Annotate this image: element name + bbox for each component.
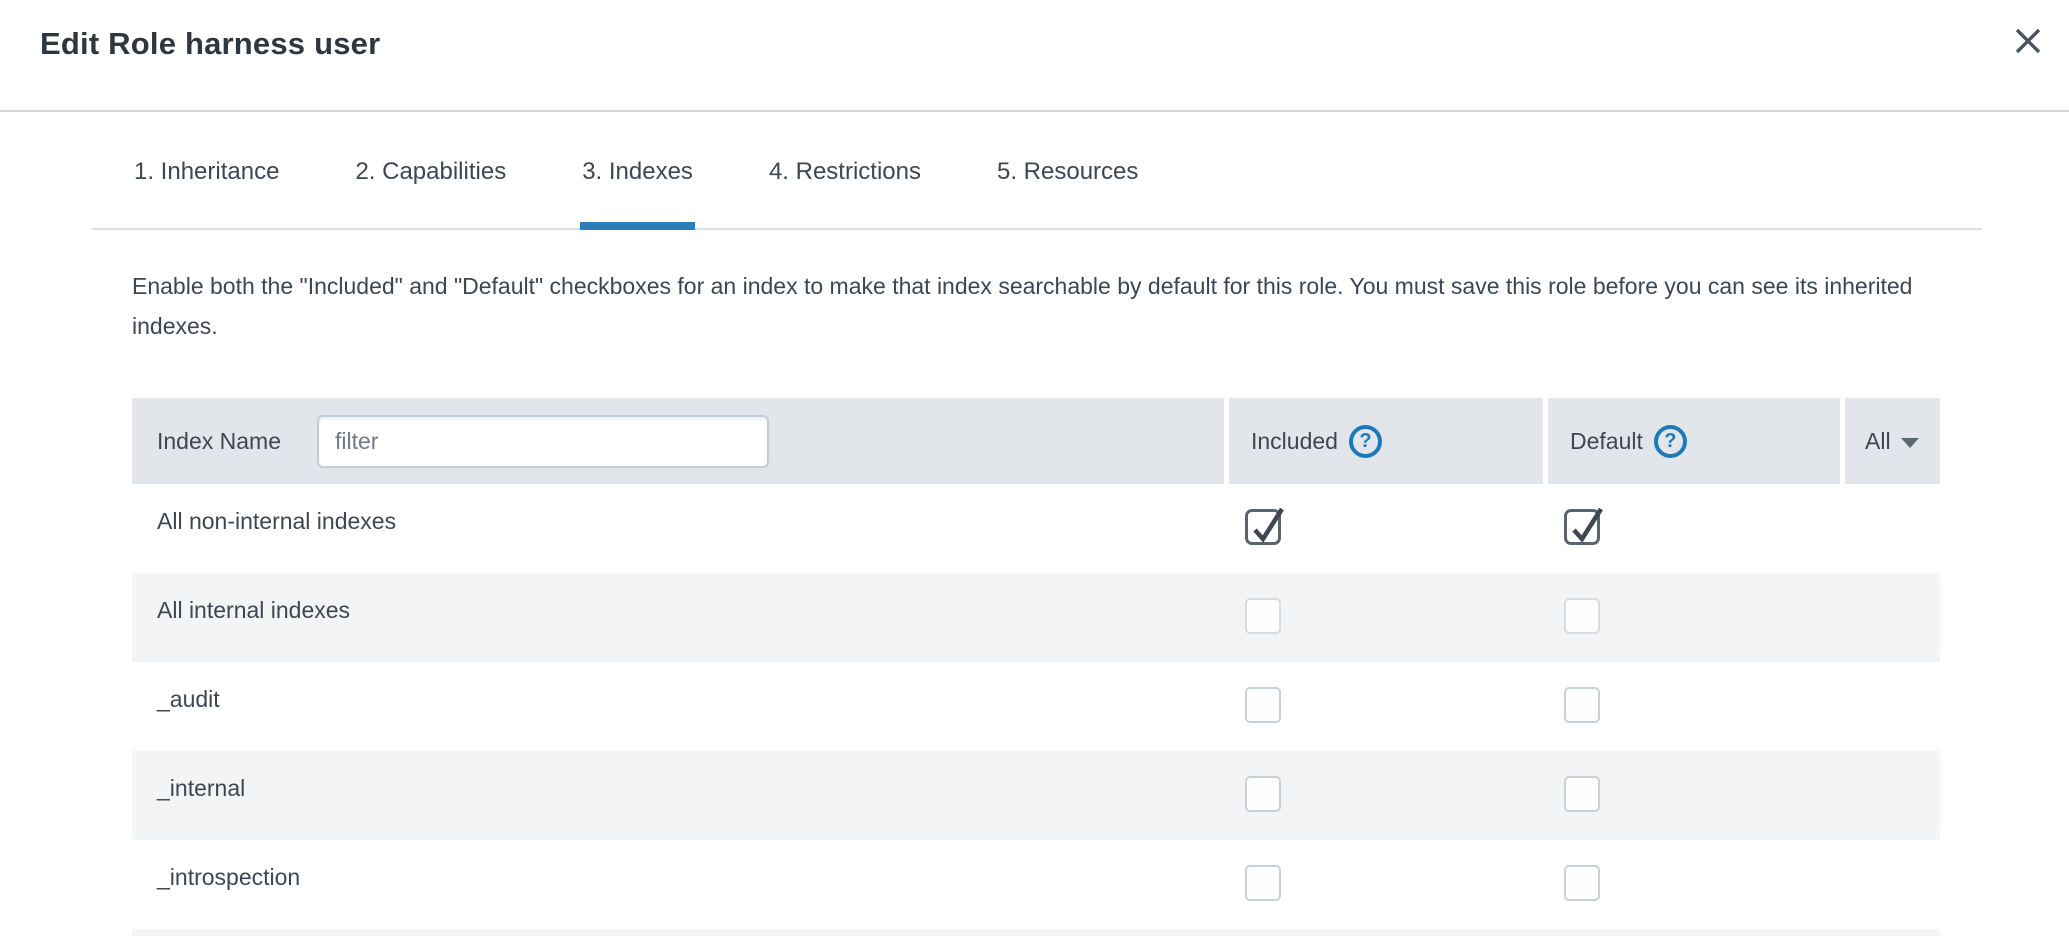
dialog-title: Edit Role harness user [40, 20, 2029, 64]
index-name-cell: _audit [132, 662, 1224, 751]
included-header-cell: Included ? [1229, 398, 1543, 484]
column-header-included: Included [1251, 428, 1338, 455]
included-checkbox[interactable] [1245, 865, 1281, 901]
indexes-table: Index Name Included ? Default ? All [132, 398, 1940, 936]
table-header: Index Name Included ? Default ? All [132, 398, 1940, 484]
default-checkbox[interactable] [1564, 776, 1600, 812]
index-name-cell: All internal indexes [132, 573, 1224, 662]
table-row: All non-internal indexes [132, 484, 1940, 573]
table-row: All internal indexes [132, 573, 1940, 662]
caret-down-icon [1901, 438, 1919, 448]
next-row-partial [132, 929, 1940, 936]
all-dropdown[interactable]: All [1845, 398, 1940, 484]
index-name-cell: _internal [132, 751, 1224, 840]
table-row: _introspection [132, 840, 1940, 929]
default-help-icon[interactable]: ? [1654, 425, 1687, 458]
included-checkbox[interactable] [1245, 509, 1281, 545]
close-button[interactable] [2009, 22, 2047, 60]
edit-role-dialog: Edit Role harness user 1. Inheritance 2.… [0, 0, 2069, 936]
all-dropdown-label: All [1865, 428, 1891, 455]
default-header-cell: Default ? [1548, 398, 1840, 484]
table-row: _audit [132, 662, 1940, 751]
index-name-header-cell: Index Name [132, 398, 1224, 484]
index-name-cell: All non-internal indexes [132, 484, 1224, 573]
index-filter-input[interactable] [317, 415, 769, 468]
table-row: _internal [132, 751, 1940, 840]
close-icon [2013, 26, 2043, 56]
default-checkbox[interactable] [1564, 865, 1600, 901]
default-checkbox[interactable] [1564, 598, 1600, 634]
description-text: Enable both the "Included" and "Default"… [132, 266, 1937, 346]
column-header-default: Default [1570, 428, 1643, 455]
column-header-index-name: Index Name [157, 428, 281, 455]
tab-restrictions[interactable]: 4. Restrictions [767, 112, 923, 228]
included-checkbox[interactable] [1245, 687, 1281, 723]
included-help-icon[interactable]: ? [1349, 425, 1382, 458]
dialog-body: 1. Inheritance 2. Capabilities 3. Indexe… [92, 112, 1982, 936]
index-name-cell: _introspection [132, 840, 1224, 929]
included-checkbox[interactable] [1245, 598, 1281, 634]
default-checkbox[interactable] [1564, 687, 1600, 723]
dialog-header: Edit Role harness user [0, 0, 2069, 112]
tab-capabilities[interactable]: 2. Capabilities [353, 112, 508, 228]
tab-bar: 1. Inheritance 2. Capabilities 3. Indexe… [92, 112, 1982, 230]
included-checkbox[interactable] [1245, 776, 1281, 812]
tab-resources[interactable]: 5. Resources [995, 112, 1140, 228]
default-checkbox[interactable] [1564, 509, 1600, 545]
tab-inheritance[interactable]: 1. Inheritance [132, 112, 281, 228]
tab-indexes[interactable]: 3. Indexes [580, 112, 695, 230]
